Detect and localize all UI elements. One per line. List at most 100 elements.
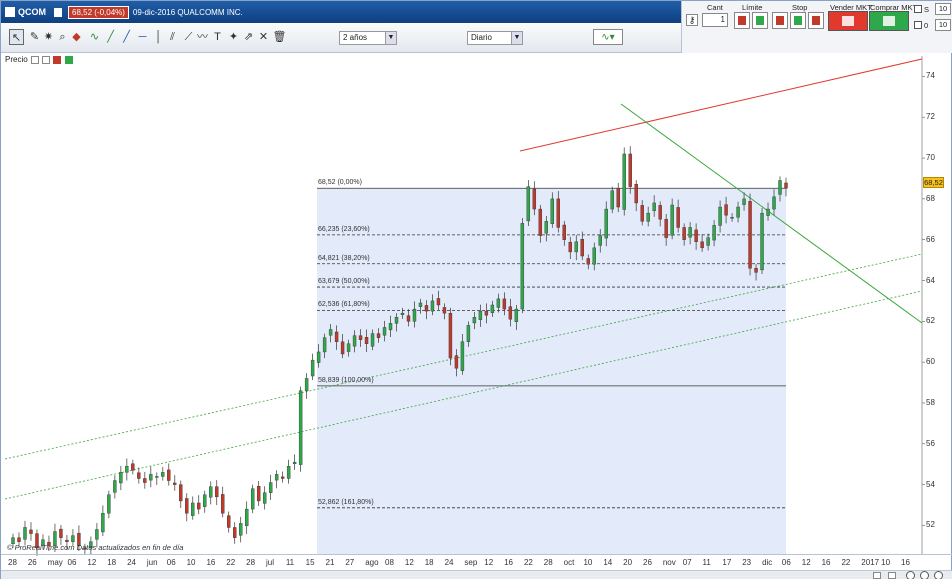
y-tick-label: 68 — [926, 193, 935, 203]
candle-body — [191, 502, 195, 516]
horizontal-scrollbar[interactable] — [1, 570, 952, 579]
x-tick-label: 28 — [246, 558, 256, 567]
zoom-reset-icon[interactable] — [920, 571, 929, 579]
candle-body — [502, 298, 507, 310]
candle-body — [227, 515, 231, 528]
edit-icon[interactable] — [30, 55, 39, 64]
candle-body — [161, 472, 165, 477]
scroll-right-icon[interactable] — [888, 572, 896, 579]
candle-body — [179, 484, 183, 502]
candle-body — [754, 268, 758, 273]
candle-body — [484, 310, 489, 316]
candle-body — [346, 343, 351, 352]
y-tick-label: 52 — [926, 520, 935, 530]
x-tick-label: 12 — [404, 558, 414, 567]
zoom-out-icon[interactable] — [906, 571, 915, 579]
candle-body — [394, 317, 399, 324]
candle-body — [616, 188, 620, 208]
scroll-left-icon[interactable] — [873, 572, 881, 579]
candle-body — [280, 476, 285, 479]
candle-body — [508, 306, 513, 320]
x-tick-label: 12 — [87, 558, 97, 567]
candle-body — [628, 153, 632, 187]
candle-body — [262, 492, 267, 504]
candle-body — [185, 498, 189, 514]
y-tick-label: 64 — [926, 275, 935, 285]
candle-body — [340, 341, 345, 355]
candle-body — [304, 378, 309, 391]
candle-body — [772, 196, 776, 210]
x-tick-label: nov — [662, 558, 676, 567]
x-tick-label: 16 — [901, 558, 910, 567]
candle-body — [101, 512, 105, 533]
panel-label: Precio — [5, 55, 73, 64]
x-tick-label: 06 — [67, 558, 77, 567]
candle-body — [155, 476, 159, 478]
x-tick-label: jun — [146, 558, 158, 567]
x-tick-label: 17 — [722, 558, 732, 567]
candle-body — [418, 302, 423, 307]
price-chart[interactable] — [1, 1, 952, 579]
fibonacci-level-label: 64,821 (38,20%) — [318, 254, 370, 262]
candle-body — [586, 258, 590, 265]
fibonacci-level-label: 63,679 (50,00%) — [318, 278, 370, 286]
candle-body — [676, 207, 680, 228]
fibonacci-level-label: 68,52 (0,00%) — [318, 179, 362, 187]
candle-body — [298, 390, 303, 465]
candle-body — [694, 229, 698, 242]
x-tick-label: 16 — [206, 558, 216, 567]
candle-body — [658, 205, 662, 220]
candle-body — [364, 337, 369, 344]
candle-body — [203, 494, 207, 507]
candle-body — [706, 237, 710, 246]
copy-icon[interactable] — [42, 55, 51, 64]
candle-body — [748, 201, 752, 269]
candle-body — [436, 298, 441, 306]
candle-body — [71, 535, 75, 542]
x-tick-label: 11 — [702, 558, 711, 567]
y-tick-label: 60 — [926, 357, 935, 367]
candle-body — [376, 333, 381, 338]
candle-body — [610, 190, 614, 210]
candle-body — [59, 528, 63, 538]
x-axis: 28 26 may 06 12 18 24 jun 06 10 16 22 28 jul 11 15 21 27 a… — [1, 554, 952, 570]
add-icon[interactable] — [64, 55, 73, 64]
candle-body — [412, 308, 417, 322]
x-tick-label: jul — [265, 558, 274, 567]
x-tick-label: 22 — [226, 558, 236, 567]
candle-body — [119, 472, 123, 484]
candle-body — [388, 323, 393, 331]
candle-body — [400, 312, 405, 315]
x-tick-label: 26 — [27, 558, 37, 567]
candle-body — [592, 247, 596, 265]
candle-body — [173, 482, 177, 485]
x-tick-label: 12 — [801, 558, 811, 567]
candle-body — [472, 317, 477, 324]
fibonacci-zone — [317, 188, 786, 554]
remove-icon[interactable] — [53, 55, 62, 64]
x-tick-label: sep — [464, 558, 478, 567]
candle-body — [544, 221, 549, 234]
candle-body — [430, 300, 435, 312]
x-tick-label: 22 — [841, 558, 851, 567]
candle-body — [17, 537, 21, 542]
candle-body — [700, 241, 704, 249]
candle-body — [406, 315, 411, 322]
x-tick-label: dic — [762, 558, 773, 567]
candle-body — [256, 486, 261, 502]
candle-body — [95, 529, 99, 540]
candle-body — [718, 206, 722, 226]
x-tick-label: 07 — [682, 558, 692, 567]
y-tick-label: 70 — [926, 153, 935, 163]
candle-body — [730, 217, 734, 219]
candle-body — [454, 355, 459, 369]
x-tick-label: 22 — [523, 558, 533, 567]
candle-body — [598, 235, 602, 246]
panel-label-text: Precio — [5, 55, 28, 64]
x-tick-label: 11 — [285, 558, 295, 567]
candle-body — [125, 466, 129, 473]
chart-window: QCOM 68,52 (-0,04%) 09-dic-2016 QUALCOMM… — [0, 0, 952, 579]
zoom-in-icon[interactable] — [934, 571, 943, 579]
candle-body — [670, 204, 674, 236]
candle-body — [478, 310, 483, 320]
